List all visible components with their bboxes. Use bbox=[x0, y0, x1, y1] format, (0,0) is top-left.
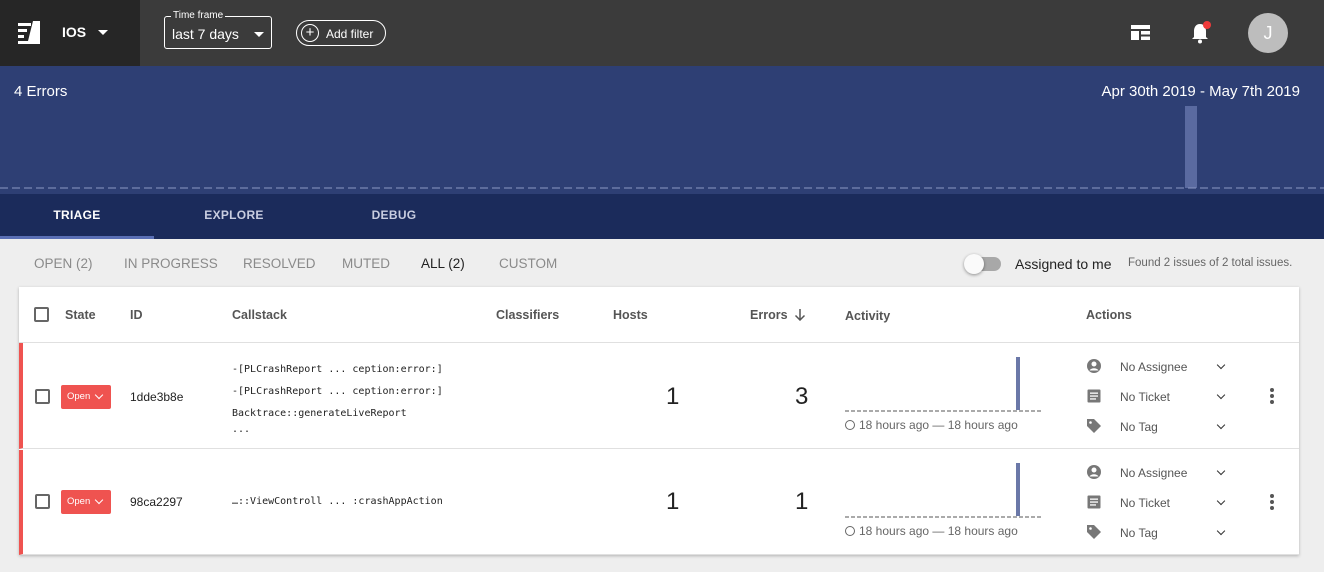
tag-icon bbox=[1087, 525, 1101, 539]
error-summary-band: 4 Errors Apr 30th 2019 - May 7th 2019 bbox=[0, 66, 1324, 194]
more-options-icon[interactable] bbox=[1270, 494, 1274, 512]
ticket-icon bbox=[1087, 389, 1101, 403]
assignee-label: No Assignee bbox=[1120, 360, 1188, 374]
errors-count: 1 bbox=[795, 488, 809, 515]
callstack-frame: …::ViewControll ... :crashAppAction bbox=[232, 496, 443, 507]
table-header: State ID Callstack Classifiers Hosts Err… bbox=[19, 287, 1299, 343]
assignee-label: No Assignee bbox=[1120, 466, 1188, 480]
assigned-to-me-toggle[interactable] bbox=[964, 254, 1001, 274]
activity-time-text: 18 hours ago — 18 hours ago bbox=[859, 524, 1018, 538]
sparkline-bar bbox=[1016, 357, 1020, 410]
caret-down-icon bbox=[254, 32, 264, 37]
callstack-frame: -[PLCrashReport ... ception:error:] bbox=[232, 364, 443, 375]
activity-time-text: 18 hours ago — 18 hours ago bbox=[859, 418, 1018, 432]
activity-time-range: 18 hours ago — 18 hours ago bbox=[845, 418, 1018, 432]
ticket-label: No Ticket bbox=[1120, 390, 1171, 404]
top-bar: IOS Time frame last 7 days + Add filter … bbox=[0, 0, 1324, 66]
column-activity[interactable]: Activity bbox=[845, 309, 890, 323]
state-filter-bar: OPEN (2) IN PROGRESS RESOLVED MUTED ALL … bbox=[0, 239, 1324, 287]
issues-table: State ID Callstack Classifiers Hosts Err… bbox=[19, 287, 1299, 555]
hosts-count: 1 bbox=[666, 383, 680, 410]
callstack-frame: Backtrace::generateLiveReport bbox=[232, 408, 407, 419]
sparkline-bar bbox=[1016, 463, 1020, 516]
histogram-bar bbox=[1185, 106, 1197, 188]
tag-icon bbox=[1087, 419, 1101, 433]
filter-resolved[interactable]: RESOLVED bbox=[243, 256, 316, 271]
sort-arrow-down-icon[interactable] bbox=[794, 308, 806, 321]
chevron-down-icon bbox=[1216, 466, 1226, 476]
clock-icon bbox=[845, 420, 855, 430]
table-row[interactable]: Open 98ca2297 …::ViewControll ... :crash… bbox=[19, 450, 1299, 555]
tab-triage[interactable]: TRIAGE bbox=[0, 194, 154, 239]
avatar[interactable]: J bbox=[1248, 13, 1288, 53]
tab-explore[interactable]: EXPLORE bbox=[157, 194, 311, 239]
chevron-down-icon bbox=[1216, 526, 1226, 536]
error-count: 4 Errors bbox=[14, 83, 68, 100]
clock-icon bbox=[845, 526, 855, 536]
column-classifiers[interactable]: Classifiers bbox=[496, 308, 559, 322]
chevron-down-icon bbox=[1216, 360, 1226, 370]
person-icon bbox=[1087, 359, 1101, 373]
found-issues-text: Found 2 issues of 2 total issues. bbox=[1128, 257, 1293, 269]
filter-custom[interactable]: CUSTOM bbox=[499, 256, 557, 271]
activity-time-range: 18 hours ago — 18 hours ago bbox=[845, 524, 1018, 538]
toggle-knob bbox=[964, 254, 984, 274]
column-callstack[interactable]: Callstack bbox=[232, 308, 287, 322]
filter-open[interactable]: OPEN (2) bbox=[34, 256, 93, 271]
ticket-label: No Ticket bbox=[1120, 496, 1171, 510]
activity-sparkline bbox=[845, 463, 1041, 518]
callstack-frame: -[PLCrashReport ... ception:error:] bbox=[232, 386, 443, 397]
plus-circle-icon: + bbox=[301, 24, 319, 42]
notification-dot bbox=[1203, 21, 1211, 29]
filter-all[interactable]: ALL (2) bbox=[421, 256, 465, 271]
timeframe-value: last 7 days bbox=[172, 26, 239, 42]
issue-id[interactable]: 98ca2297 bbox=[130, 495, 183, 509]
timeframe-label: Time frame bbox=[171, 10, 226, 21]
ticket-icon bbox=[1087, 495, 1101, 509]
add-filter-label: Add filter bbox=[326, 27, 374, 41]
state-dropdown[interactable]: Open bbox=[61, 490, 111, 514]
tab-bar: TRIAGE EXPLORE DEBUG bbox=[0, 194, 1324, 239]
state-dropdown[interactable]: Open bbox=[61, 385, 111, 409]
filter-muted[interactable]: MUTED bbox=[342, 256, 390, 271]
select-all-checkbox[interactable] bbox=[34, 307, 49, 322]
column-state[interactable]: State bbox=[65, 308, 96, 322]
errors-count: 3 bbox=[795, 383, 809, 410]
more-options-icon[interactable] bbox=[1270, 388, 1274, 406]
issue-id[interactable]: 1dde3b8e bbox=[130, 390, 183, 404]
tag-label: No Tag bbox=[1120, 420, 1158, 434]
person-icon bbox=[1087, 465, 1101, 479]
timeframe-select[interactable]: Time frame last 7 days bbox=[164, 10, 272, 49]
logo-icon[interactable] bbox=[16, 19, 42, 45]
column-errors[interactable]: Errors bbox=[750, 308, 788, 322]
date-range: Apr 30th 2019 - May 7th 2019 bbox=[1101, 83, 1300, 100]
activity-sparkline bbox=[845, 357, 1041, 412]
column-id[interactable]: ID bbox=[130, 308, 143, 322]
table-row[interactable]: Open 1dde3b8e -[PLCrashReport ... ceptio… bbox=[19, 343, 1299, 449]
hosts-count: 1 bbox=[666, 488, 680, 515]
chevron-down-icon bbox=[1216, 390, 1226, 400]
tag-label: No Tag bbox=[1120, 526, 1158, 540]
layout-icon[interactable] bbox=[1131, 25, 1150, 40]
tab-debug[interactable]: DEBUG bbox=[317, 194, 471, 239]
caret-down-icon[interactable] bbox=[98, 30, 108, 35]
project-selector[interactable]: IOS bbox=[62, 24, 86, 40]
column-actions: Actions bbox=[1086, 308, 1132, 322]
callstack-more: ... bbox=[232, 424, 251, 435]
chevron-down-icon bbox=[1216, 420, 1226, 430]
add-filter-button[interactable]: + Add filter bbox=[296, 20, 386, 46]
column-hosts[interactable]: Hosts bbox=[613, 308, 648, 322]
filter-in-progress[interactable]: IN PROGRESS bbox=[124, 256, 218, 271]
row-checkbox[interactable] bbox=[35, 389, 50, 404]
assigned-to-me-label: Assigned to me bbox=[1015, 256, 1112, 272]
chevron-down-icon bbox=[1216, 496, 1226, 506]
row-checkbox[interactable] bbox=[35, 494, 50, 509]
